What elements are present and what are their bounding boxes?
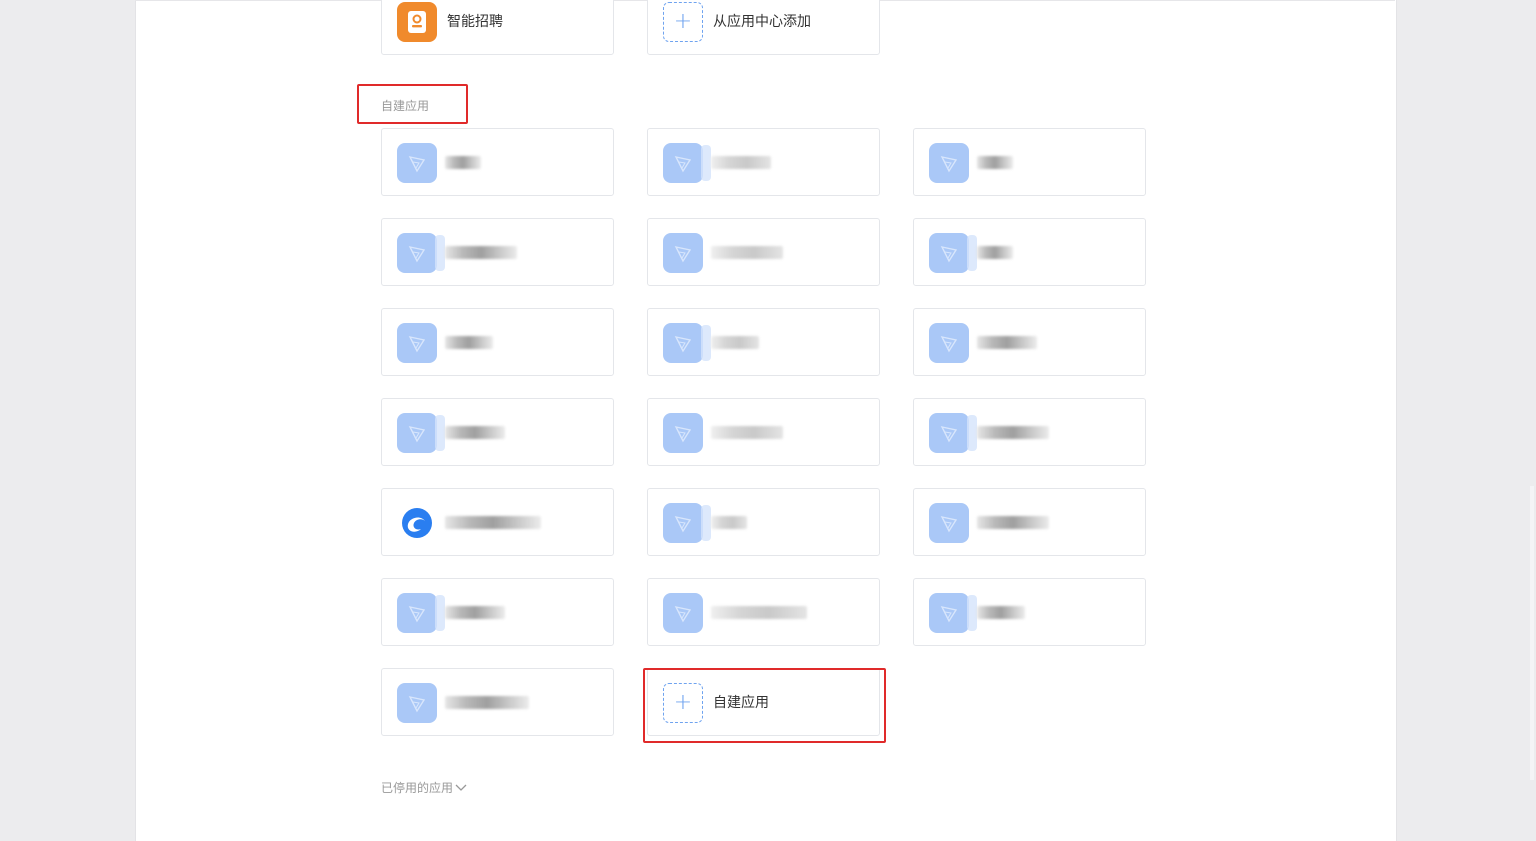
redacted-app-name	[711, 156, 771, 169]
redacted-app-name	[445, 516, 541, 529]
redacted-app-name	[977, 606, 1025, 619]
app-icon	[929, 503, 969, 543]
redacted-app-name	[445, 246, 517, 259]
redacted-app-name	[977, 516, 1049, 529]
add-from-app-center-card[interactable]: + 从应用中心添加	[647, 0, 880, 55]
app-icon	[929, 323, 969, 363]
app-icon	[397, 593, 445, 633]
custom-app-card[interactable]	[381, 398, 614, 466]
custom-app-card[interactable]	[913, 578, 1146, 646]
custom-app-card[interactable]	[913, 308, 1146, 376]
custom-app-card[interactable]	[381, 668, 614, 736]
highlight-section-title	[357, 84, 468, 124]
redacted-app-name	[445, 426, 505, 439]
app-icon	[397, 143, 437, 183]
custom-app-card[interactable]	[647, 398, 880, 466]
app-icon	[397, 413, 445, 453]
redacted-app-name	[711, 246, 783, 259]
custom-app-card[interactable]	[381, 308, 614, 376]
app-icon	[929, 233, 977, 273]
app-icon	[663, 143, 711, 183]
redacted-app-name	[711, 606, 807, 619]
plus-icon: +	[663, 2, 703, 42]
redacted-app-name	[445, 606, 505, 619]
custom-app-card[interactable]	[647, 578, 880, 646]
custom-app-card[interactable]	[381, 488, 614, 556]
highlight-create-custom-app	[643, 668, 886, 743]
redacted-app-name	[711, 336, 759, 349]
app-icon	[929, 593, 977, 633]
app-icon	[663, 323, 711, 363]
redacted-app-name	[977, 336, 1037, 349]
custom-app-card[interactable]	[647, 218, 880, 286]
redacted-app-name	[445, 156, 481, 169]
app-icon	[929, 413, 977, 453]
custom-app-card[interactable]	[647, 488, 880, 556]
redacted-app-name	[977, 426, 1049, 439]
custom-app-card[interactable]	[381, 128, 614, 196]
disabled-apps-label: 已停用的应用	[381, 781, 454, 795]
redacted-app-name	[711, 426, 783, 439]
custom-app-card[interactable]	[381, 578, 614, 646]
custom-app-card[interactable]	[381, 218, 614, 286]
redacted-app-name	[977, 246, 1013, 259]
app-icon	[663, 503, 711, 543]
redacted-app-name	[445, 696, 529, 709]
app-icon	[663, 593, 703, 633]
custom-app-card[interactable]	[913, 488, 1146, 556]
custom-app-card[interactable]	[913, 398, 1146, 466]
disabled-apps-toggle[interactable]: 已停用的应用	[381, 779, 467, 796]
app-icon	[929, 143, 969, 183]
redacted-app-name	[445, 336, 493, 349]
redacted-app-name	[977, 156, 1013, 169]
redacted-app-name	[711, 516, 747, 529]
app-icon	[663, 413, 703, 453]
app-icon	[397, 233, 445, 273]
scrollbar-track[interactable]	[1530, 486, 1534, 780]
app-icon	[663, 233, 703, 273]
custom-app-card[interactable]	[913, 218, 1146, 286]
app-label: 智能招聘	[447, 14, 503, 30]
app-icon	[397, 683, 437, 723]
custom-app-card[interactable]	[647, 308, 880, 376]
custom-app-card[interactable]	[913, 128, 1146, 196]
app-icon	[397, 323, 437, 363]
app-card-smart-recruiting[interactable]: 智能招聘	[381, 0, 614, 55]
recruit-icon	[397, 2, 437, 42]
add-from-app-center-label: 从应用中心添加	[713, 14, 811, 30]
custom-app-card[interactable]	[647, 128, 880, 196]
swirl-logo-icon	[397, 503, 437, 543]
chevron-down-icon	[455, 784, 467, 791]
